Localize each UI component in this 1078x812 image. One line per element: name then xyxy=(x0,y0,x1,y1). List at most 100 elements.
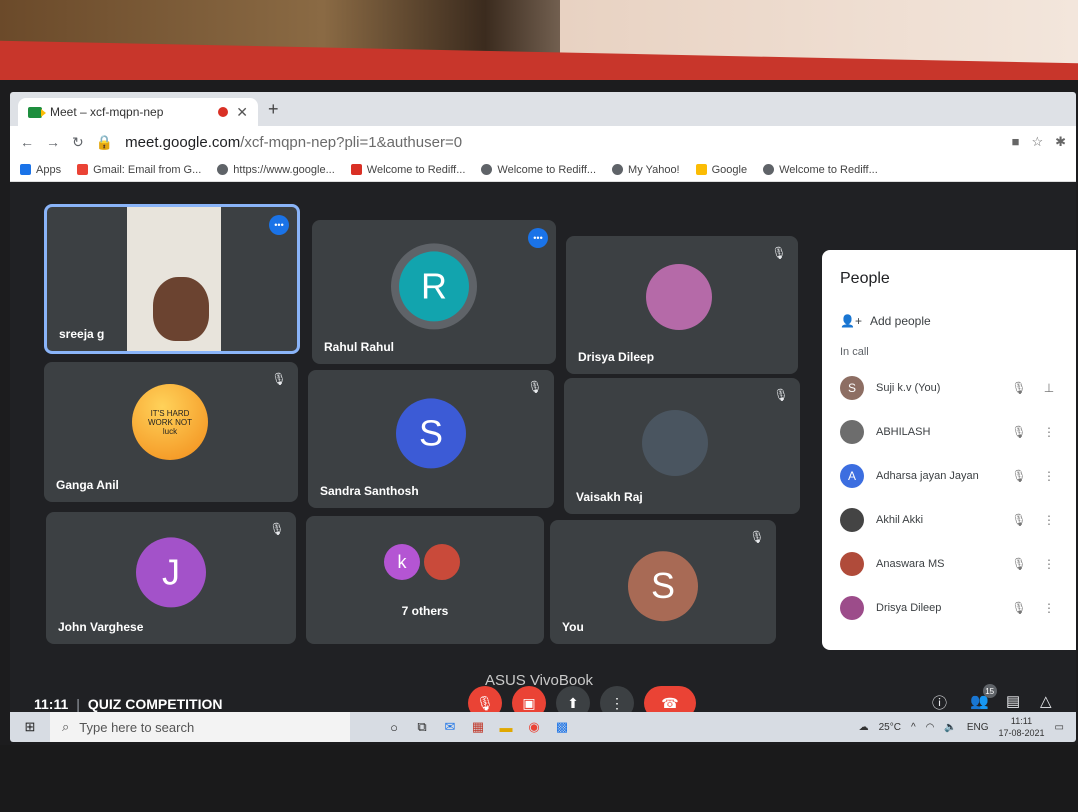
person-photo xyxy=(422,542,462,582)
apps-icon xyxy=(20,164,31,175)
close-icon[interactable]: ✕ xyxy=(236,104,248,121)
forward-icon[interactable]: → xyxy=(46,134,60,150)
mic-off-icon: 🎙 xyxy=(1011,469,1027,483)
mic-off-icon: 🎙 xyxy=(271,372,287,386)
camera-icon[interactable]: ■ xyxy=(1012,134,1020,150)
search-placeholder: Type here to search xyxy=(79,719,195,735)
cortana-icon[interactable]: ○ xyxy=(380,720,408,735)
bookmark-yahoo[interactable]: My Yahoo! xyxy=(612,164,680,176)
hang-up-icon: ☎ xyxy=(661,694,679,711)
tab-meet[interactable]: Meet – xcf-mqpn-nep ✕ xyxy=(18,98,258,126)
tile-ganga[interactable]: IT'S HARD WORK NOT luck 🎙 Ganga Anil xyxy=(44,362,298,502)
tile-name: John Varghese xyxy=(58,620,144,634)
mic-off-icon: 🎙 xyxy=(269,522,285,536)
participant-row[interactable]: Anaswara MS 🎙 ⋮ xyxy=(840,542,1058,586)
participant-name: Akhil Akki xyxy=(876,514,924,526)
rediff-icon xyxy=(350,164,362,175)
star-icon[interactable]: ☆ xyxy=(1031,134,1043,150)
tile-sandra[interactable]: S 🎙 Sandra Santhosh xyxy=(308,370,554,508)
more-options-icon: ⋮ xyxy=(610,694,624,711)
chrome-icon[interactable]: ◉ xyxy=(520,719,548,735)
url-field[interactable]: meet.google.com/xcf-mqpn-nep?pli=1&authu… xyxy=(125,134,999,151)
reload-icon[interactable]: ↻ xyxy=(72,134,84,151)
activities-icon[interactable]: △ xyxy=(1040,692,1052,710)
avatar xyxy=(840,552,864,576)
clock[interactable]: 11:11 17-08-2021 xyxy=(999,715,1045,739)
sticker-photo: IT'S HARD WORK NOT luck xyxy=(132,384,208,460)
avatar: R xyxy=(399,251,469,322)
tile-name: Sandra Santhosh xyxy=(320,484,419,498)
volume-icon[interactable]: 🔈 xyxy=(944,722,956,733)
avatar: S xyxy=(628,551,698,622)
mic-off-icon: 🎙 xyxy=(1011,381,1027,395)
back-icon[interactable]: ← xyxy=(20,134,34,150)
windows-start-icon[interactable]: ⊞ xyxy=(10,719,50,735)
bookmark-google[interactable]: Google xyxy=(695,164,747,176)
globe-icon xyxy=(217,164,229,175)
mic-off-icon: 🎙 xyxy=(1011,513,1027,527)
tile-john[interactable]: J 🎙 John Varghese xyxy=(46,512,296,644)
mail-icon[interactable]: ✉ xyxy=(436,719,464,735)
participant-row[interactable]: S Suji k.v (You) 🎙 ⊥ xyxy=(840,366,1058,410)
more-options-icon[interactable]: ⋮ xyxy=(1040,513,1058,527)
chevron-up-icon[interactable]: ^ xyxy=(911,722,916,733)
add-people-label: Add people xyxy=(869,314,931,328)
pin-icon[interactable]: ⊥ xyxy=(1040,381,1058,395)
speaking-icon: ••• xyxy=(528,228,548,248)
mic-off-icon: 🎙 xyxy=(1011,557,1027,571)
globe-icon xyxy=(763,164,775,175)
more-options-icon[interactable]: ⋮ xyxy=(1040,425,1058,439)
more-options-icon[interactable]: ⋮ xyxy=(1040,601,1058,615)
mic-off-icon: 🎙 xyxy=(476,694,494,711)
people-button[interactable]: 👥 15 xyxy=(970,684,997,710)
folder-icon[interactable]: ▬ xyxy=(492,720,520,735)
bookmark-rediff-1[interactable]: Welcome to Rediff... xyxy=(350,164,465,176)
wifi-icon[interactable]: ◠ xyxy=(926,722,935,733)
new-tab-button[interactable]: + xyxy=(268,99,279,120)
task-view-icon[interactable]: ⧉ xyxy=(408,719,436,735)
bookmark-google-url[interactable]: https://www.google... xyxy=(217,164,335,176)
taskbar-search[interactable]: ⌕ Type here to search xyxy=(50,712,350,742)
tile-you[interactable]: S 🎙 You xyxy=(550,520,776,644)
windows-taskbar: ⊞ ⌕ Type here to search ○ ⧉ ✉ ▦ ▬ ◉ ▩ ☁ … xyxy=(10,712,1076,742)
tile-name: Ganga Anil xyxy=(56,478,119,492)
participant-row[interactable]: Drisya Dileep 🎙 ⋮ xyxy=(840,586,1058,630)
participant-row[interactable]: ABHILASH 🎙 ⋮ xyxy=(840,410,1058,454)
person-photo xyxy=(153,277,209,341)
weather-temp: 25°C xyxy=(878,721,901,733)
bookmark-rediff-2[interactable]: Welcome to Rediff... xyxy=(481,164,596,176)
puzzle-icon[interactable]: ✱ xyxy=(1055,134,1066,150)
tile-others[interactable]: k 7 others xyxy=(306,516,544,644)
add-people-button[interactable]: 👤+ Add people xyxy=(840,314,1058,328)
address-bar: ← → ↻ 🔒 meet.google.com/xcf-mqpn-nep?pli… xyxy=(10,126,1076,158)
tile-name: sreeja g xyxy=(59,327,105,341)
participant-name: Adharsa jayan Jayan xyxy=(876,470,979,482)
calculator-icon[interactable]: ▩ xyxy=(548,719,576,735)
more-options-icon[interactable]: ⋮ xyxy=(1040,469,1058,483)
language-indicator[interactable]: ENG xyxy=(967,722,989,733)
more-options-icon[interactable]: ⋮ xyxy=(1040,557,1058,571)
tile-drisya[interactable]: 🎙 Drisya Dileep xyxy=(566,236,798,374)
participant-row[interactable]: A Adharsa jayan Jayan 🎙 ⋮ xyxy=(840,454,1058,498)
person-photo xyxy=(642,410,708,476)
participant-row[interactable]: Akhil Akki 🎙 ⋮ xyxy=(840,498,1058,542)
meet-icon xyxy=(28,106,46,118)
chat-icon[interactable]: ▤ xyxy=(1006,692,1020,710)
tile-sreeja[interactable]: ••• sreeja g xyxy=(44,204,300,354)
weather-icon: ☁ xyxy=(858,721,869,733)
bookmark-gmail[interactable]: Gmail: Email from G... xyxy=(77,164,201,176)
info-icon[interactable]: ⓘ xyxy=(932,692,947,713)
mic-off-icon: 🎙 xyxy=(749,530,765,544)
tile-vaisakh[interactable]: 🎙 Vaisakh Raj xyxy=(564,378,800,514)
tile-rahul[interactable]: R ••• Rahul Rahul xyxy=(312,220,556,364)
notification-icon[interactable]: ▭ xyxy=(1055,722,1064,733)
gmail-icon xyxy=(77,164,89,175)
participant-name: Anaswara MS xyxy=(876,558,945,570)
bookmark-rediff-3[interactable]: Welcome to Rediff... xyxy=(763,164,878,176)
speaking-icon: ••• xyxy=(269,215,289,235)
people-title: People xyxy=(840,270,890,287)
participant-name: Suji k.v (You) xyxy=(876,382,941,394)
participant-name: ABHILASH xyxy=(876,426,931,438)
bookmark-apps[interactable]: Apps xyxy=(20,164,61,176)
store-icon[interactable]: ▦ xyxy=(464,719,492,735)
